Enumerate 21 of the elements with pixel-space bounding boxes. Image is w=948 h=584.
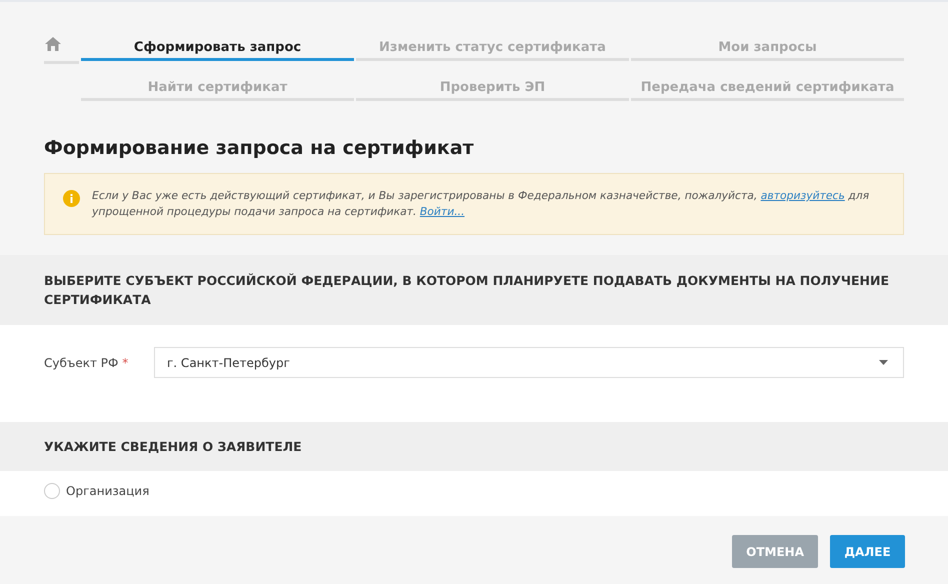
tab[interactable]: Мои запросы <box>631 32 904 61</box>
next-button[interactable]: ДАЛЕЕ <box>830 535 905 568</box>
radio-option[interactable]: Организация <box>44 483 150 499</box>
notice-text: Если у Вас уже есть действующий сертификат, и Вы зарегистрированы в Федеральном казначействе, пожалуйста, авторизуйтесь для упрощенной процедуры подачи запроса на сертификат. Войти... <box>92 188 870 220</box>
home-icon[interactable] <box>44 36 62 52</box>
radio-circle[interactable] <box>44 483 60 499</box>
field-label: Субъект РФ * <box>44 356 130 370</box>
authorize-link[interactable]: авторизуйтесь <box>760 189 845 202</box>
login-link[interactable]: Войти... <box>420 205 465 218</box>
info-icon <box>63 190 80 207</box>
tab[interactable]: Передача сведений сертификата <box>631 72 904 101</box>
page-title: Формирование запроса на сертификат <box>44 137 475 159</box>
section-heading: ВЫБЕРИТЕ СУБЪЕКТ РОССИЙСКОЙ ФЕДЕРАЦИИ, В КОТОРОМ ПЛАНИРУЕТЕ ПОДАВАТЬ ДОКУМЕНТЫ НА ПОЛУЧЕНИЕ СЕРТИФИКАТА <box>0 255 948 325</box>
tab[interactable]: Проверить ЭП <box>356 72 629 101</box>
caret-icon <box>879 360 888 365</box>
tab[interactable]: Сформировать запрос <box>81 32 354 61</box>
section-heading: УКАЖИТЕ СВЕДЕНИЯ О ЗАЯВИТЕЛЕ <box>0 422 948 471</box>
tab[interactable]: Найти сертификат <box>81 72 354 101</box>
tab[interactable]: Изменить статус сертификата <box>356 32 629 61</box>
region-dropdown[interactable]: г. Санкт-Петербург <box>154 347 904 378</box>
cancel-button[interactable]: ОТМЕНА <box>732 535 818 568</box>
